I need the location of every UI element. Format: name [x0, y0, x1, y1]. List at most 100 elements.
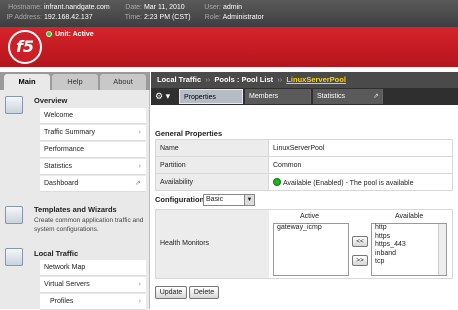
chevron-right-icon: › — [138, 298, 141, 305]
sidebar-item-label: Profiles — [50, 298, 74, 305]
table-row: Name LinuxServerPool — [155, 139, 453, 157]
ip-label: IP Address: — [6, 14, 42, 21]
sidebar-item-network-map[interactable]: Network Map — [40, 260, 146, 276]
name-value: LinuxServerPool — [268, 139, 453, 157]
datetime-info: Date: Mar 11, 2010 Time: 2:23 PM (CST) — [122, 3, 191, 23]
tab-members[interactable]: Members — [245, 89, 311, 104]
sidebar-item-label: Dashboard — [44, 180, 79, 187]
chevron-right-icon: › — [138, 281, 141, 288]
tab-help[interactable]: Help — [52, 74, 98, 90]
partition-value: Common — [268, 156, 453, 174]
popout-icon: ⇗ — [135, 180, 141, 187]
unit-status-label: Unit: Active — [55, 31, 94, 38]
sidebar-item-welcome[interactable]: Welcome — [40, 108, 146, 124]
hostname-value: infrant.nandgate.com — [43, 4, 110, 11]
chevron-right-icon: › — [138, 163, 141, 170]
chevron-down-icon: ▼ — [244, 195, 254, 205]
f5-logo[interactable]: f5 — [8, 30, 42, 64]
sidebar-item-dashboard[interactable]: Dashboard ⇗ — [40, 176, 146, 192]
active-monitors-list[interactable]: gateway_icmp — [273, 223, 349, 276]
list-item[interactable]: gateway_icmp — [277, 224, 348, 233]
ip-value: 192.168.42.137 — [43, 14, 93, 21]
chevron-right-icon: › — [138, 129, 141, 136]
local-traffic-icon — [5, 248, 23, 266]
user-value: admin — [222, 4, 243, 11]
overview-title[interactable]: Overview — [34, 96, 67, 105]
tab-properties[interactable]: Properties — [179, 89, 243, 104]
templates-title[interactable]: Templates and Wizards — [34, 205, 117, 214]
sidebar-item-label: Welcome — [44, 112, 74, 119]
available-monitors-list[interactable]: http https https_443 inband tcp — [371, 223, 447, 276]
remove-monitor-button[interactable]: >> — [352, 255, 368, 266]
templates-icon — [5, 206, 23, 224]
active-header: Active — [300, 213, 320, 220]
configuration-value: Basic — [206, 196, 224, 203]
sidebar-item-performance[interactable]: Performance — [40, 142, 146, 158]
popout-icon: ⇗ — [373, 93, 379, 100]
time-label: Time: — [124, 14, 142, 21]
date-label: Date: — [125, 4, 142, 11]
sidebar-item-virtual-servers[interactable]: Virtual Servers › — [40, 277, 146, 293]
role-value: Administrator — [222, 14, 264, 21]
sidebar-item-profiles[interactable]: Profiles › — [40, 294, 146, 310]
gear-icon[interactable]: ⚙ ▾ — [155, 90, 177, 103]
availability-text: Available (Enabled) - The pool is availa… — [283, 179, 414, 187]
scrollbar[interactable] — [438, 224, 446, 275]
sidebar-item-traffic-summary[interactable]: Traffic Summary › — [40, 125, 146, 141]
top-header: Hostname: infrant.nandgate.com IP Addres… — [0, 0, 458, 27]
time-value: 2:23 PM (CST) — [143, 14, 191, 21]
sidebar-item-statistics[interactable]: Statistics › — [40, 159, 146, 175]
breadcrumb-pool-list[interactable]: Pools : Pool List — [214, 75, 273, 84]
sidebar-item-label: Statistics — [44, 163, 73, 170]
tab-about[interactable]: About — [100, 74, 146, 90]
health-monitors-label: Health Monitors — [156, 210, 269, 278]
date-value: Mar 11, 2010 — [143, 4, 185, 11]
tab-statistics-label: Statistics — [317, 93, 346, 100]
breadcrumb-local-traffic[interactable]: Local Traffic — [157, 75, 201, 84]
name-label: Name — [155, 139, 269, 157]
sidebar-item-label: Network Map — [44, 264, 86, 271]
configuration-label: Configuration: — [155, 195, 207, 204]
left-navigation: Main Help About Overview Welcome Traffic… — [0, 72, 150, 310]
list-item[interactable]: tcp — [375, 258, 446, 267]
table-row: Availability Available (Enabled) - The p… — [155, 173, 453, 191]
tab-statistics[interactable]: Statistics ⇗ — [313, 89, 383, 104]
list-item[interactable]: https — [375, 233, 446, 242]
hostname-label: Hostname: — [8, 4, 42, 11]
nav-tabs: Main Help About — [0, 72, 150, 90]
add-monitor-button[interactable]: << — [352, 236, 368, 247]
sidebar-item-label: Performance — [44, 146, 85, 153]
local-traffic-title[interactable]: Local Traffic — [34, 249, 78, 258]
user-label: User: — [204, 4, 221, 11]
list-item[interactable]: http — [375, 224, 446, 233]
breadcrumb: Local Traffic ›› Pools : Pool List ›› Li… — [151, 72, 458, 88]
list-item[interactable]: inband — [375, 250, 446, 259]
health-monitors-row: Health Monitors Active Available gateway… — [155, 209, 453, 279]
breadcrumb-separator: ›› — [205, 75, 211, 84]
role-label: Role: — [204, 14, 221, 21]
partition-label: Partition — [155, 156, 269, 174]
main-content: Local Traffic ›› Pools : Pool List ›› Li… — [151, 72, 458, 309]
table-row: Partition Common — [155, 156, 453, 174]
breadcrumb-separator: ›› — [277, 75, 283, 84]
availability-value: Available (Enabled) - The pool is availa… — [268, 173, 453, 191]
general-properties-title: General Properties — [155, 129, 223, 138]
breadcrumb-current[interactable]: LinuxServerPool — [286, 75, 346, 84]
available-header: Available — [395, 213, 424, 220]
delete-button[interactable]: Delete — [189, 286, 219, 299]
tab-main[interactable]: Main — [4, 74, 50, 90]
user-info: User: admin Role: Administrator — [203, 3, 264, 23]
update-button[interactable]: Update — [155, 286, 187, 299]
sidebar-item-label: Virtual Servers — [44, 281, 90, 288]
list-item[interactable]: https_443 — [375, 241, 446, 250]
content-tabs: ⚙ ▾ Properties Members Statistics ⇗ — [151, 88, 458, 105]
overview-icon — [5, 96, 23, 114]
templates-description: Create common application traffic and sy… — [34, 217, 144, 233]
brand-banner: f5 Unit: Active — [0, 27, 458, 67]
availability-label: Availability — [155, 173, 269, 191]
configuration-select[interactable]: Basic ▼ — [203, 194, 255, 206]
sidebar-item-label: Traffic Summary — [44, 129, 95, 136]
unit-status: Unit: Active — [46, 31, 94, 38]
available-status-icon — [273, 177, 281, 186]
host-info: Hostname: infrant.nandgate.com IP Addres… — [4, 3, 110, 23]
